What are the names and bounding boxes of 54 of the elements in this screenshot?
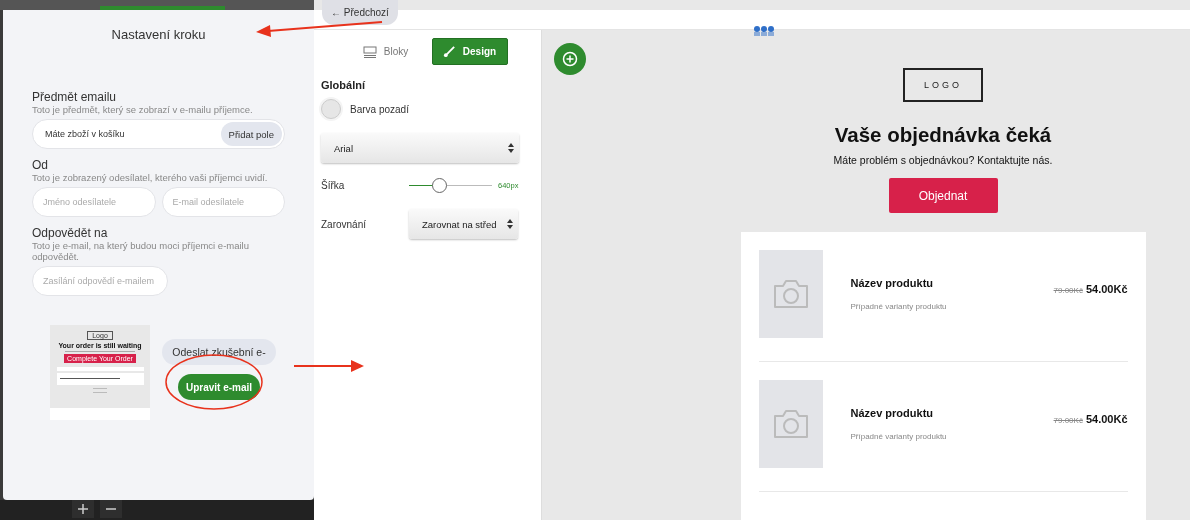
- alignment-label: Zarovnání: [321, 218, 368, 230]
- width-slider[interactable]: [409, 178, 492, 193]
- select-arrows-icon: [507, 219, 513, 229]
- input-field[interactable]: Máte zboží v košíku Přidat pole: [32, 119, 285, 149]
- camera-icon: [771, 408, 810, 440]
- input-field[interactable]: E-mail odesílatele: [161, 187, 285, 217]
- zoom-in-button[interactable]: [72, 500, 94, 518]
- logo: LOGO: [903, 68, 983, 102]
- add-block-button[interactable]: [554, 43, 586, 75]
- price: 54.00Kč: [1085, 283, 1128, 295]
- color-picker[interactable]: [321, 99, 341, 119]
- alignment-select[interactable]: Zarovnat na střed: [409, 209, 518, 239]
- product-name: Název produktu: [850, 277, 934, 289]
- email-text: Máte problém s objednávkou? Kontaktujte nás.: [833, 154, 1053, 166]
- product-variant: Případné varianty produktu: [850, 432, 948, 441]
- product-variant: Případné varianty produktu: [850, 302, 948, 311]
- edit-email-button[interactable]: Upravit e-mail: [178, 374, 260, 400]
- email-heading: Vaše objednávka čeká: [834, 123, 1052, 147]
- annotation-arrow: [293, 360, 364, 372]
- field-hint: Toto je e-mail, na který budou moci příjemci e-mailu odpovědět.: [32, 240, 250, 262]
- field-hint: Toto je zobrazený odesílatel, kterého vaši příjemci uvidí.: [32, 172, 269, 183]
- camera-icon: [771, 278, 810, 310]
- select-arrows-icon: [508, 143, 514, 153]
- plus-icon: [77, 503, 89, 515]
- price: 54.00Kč: [1085, 413, 1128, 425]
- brush-icon: [442, 45, 456, 58]
- old-price: 79.00Kč: [1053, 416, 1083, 425]
- add-icon: [562, 51, 578, 67]
- section-heading: Globální: [321, 79, 366, 91]
- thumbnail-text-line: [93, 392, 107, 393]
- field-hint: Toto je předmět, který se zobrazí v e-mailu příjemce.: [32, 104, 254, 115]
- product-name: Název produktu: [850, 407, 934, 419]
- input-field[interactable]: Zasílání odpovědí e-mailem: [32, 266, 168, 296]
- add-field-button[interactable]: Přidat pole: [220, 122, 282, 146]
- field-label: Předmět emailu: [32, 90, 118, 104]
- panel-title: Nastavení kroku: [110, 27, 207, 42]
- drag-handle-icon[interactable]: [754, 26, 774, 36]
- thumbnail-text-line: [93, 388, 107, 389]
- zoom-out-button[interactable]: [100, 500, 122, 518]
- color-label: Barva pozadí: [350, 103, 409, 115]
- width-label: Šířka: [321, 180, 346, 191]
- thumbnail-text-line: [59, 378, 120, 379]
- field-label: Odpovědět na: [32, 226, 109, 240]
- old-price: 79.00Kč: [1053, 286, 1083, 295]
- send-test-button[interactable]: Odeslat zkušební e-: [162, 339, 276, 365]
- tab[interactable]: Design: [431, 38, 508, 65]
- order-button[interactable]: Objednat: [888, 178, 998, 213]
- input-field[interactable]: Jméno odesílatele: [32, 187, 156, 217]
- field-label: Od: [32, 158, 49, 172]
- back-button[interactable]: ← Předchozí: [322, 0, 398, 25]
- font-select[interactable]: Arial: [321, 133, 519, 163]
- blocks-icon: [362, 45, 377, 58]
- thumbnail-text-line: [65, 351, 135, 352]
- tab[interactable]: Bloky: [347, 38, 424, 65]
